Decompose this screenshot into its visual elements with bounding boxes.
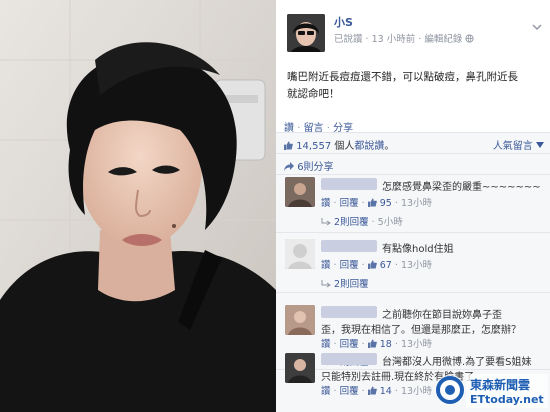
- view-replies-link[interactable]: 2則回覆: [334, 217, 369, 228]
- divider: [276, 232, 550, 233]
- commenter-avatar[interactable]: [285, 239, 315, 269]
- reply-time: 5小時: [377, 217, 403, 228]
- like-thumb-icon: [367, 260, 377, 271]
- comment-like-count[interactable]: 95: [380, 198, 392, 209]
- commenter-name-redacted[interactable]: [321, 178, 377, 190]
- commenter-avatar[interactable]: [285, 353, 315, 383]
- comment-sort-label: 人氣留言: [492, 141, 533, 152]
- comment-reply-link[interactable]: 回覆: [340, 386, 359, 397]
- comment-text-line1: 之前聽你在節目說妳鼻子歪: [382, 310, 502, 321]
- commenter-avatar[interactable]: [285, 177, 315, 207]
- share-icon: [284, 162, 297, 173]
- view-replies-link[interactable]: 2則回覆: [334, 279, 369, 290]
- post-meta: 已說讚 · 13 小時前 · 編輯紀錄: [334, 31, 474, 45]
- comment-text: 怎麼感覺鼻梁歪的嚴重~~~~~~~: [382, 182, 541, 193]
- comment-actions: 讚 · 回覆 · 18 · 13小時: [321, 339, 433, 350]
- comment-like-link[interactable]: 讚: [321, 198, 331, 209]
- post-body-line2: 就認命吧！: [287, 88, 340, 100]
- comment-actions: 讚 · 回覆 · 95 · 13小時: [321, 198, 433, 209]
- comment-time[interactable]: 13小時: [401, 386, 432, 397]
- reply-arrow-icon: [321, 217, 331, 228]
- commenter-name-redacted[interactable]: [321, 306, 377, 318]
- comment-time[interactable]: 13小時: [401, 339, 432, 350]
- reply-arrow-icon: [321, 279, 331, 290]
- ettoday-watermark: 東森新聞雲 ETtoday.net: [432, 366, 550, 412]
- comment-time[interactable]: 13小時: [401, 198, 432, 209]
- facebook-post-panel: 小S 已說讚 · 13 小時前 · 編輯紀錄 嘴巴附近長痘痘還不錯，可以點破痘，…: [276, 0, 550, 412]
- comment-like-link[interactable]: 讚: [321, 260, 331, 271]
- shares-count: 6則分享: [297, 162, 334, 173]
- comment-reply-link[interactable]: 回覆: [340, 198, 359, 209]
- comment-like-count[interactable]: 67: [380, 260, 392, 271]
- commenter-avatar[interactable]: [285, 305, 315, 335]
- likes-people-link[interactable]: 都說讚: [354, 141, 384, 152]
- comment-text: 有點像hold住姐: [382, 244, 454, 255]
- comment-reply-link[interactable]: 回覆: [340, 260, 359, 271]
- shares-link[interactable]: 6則分享: [284, 158, 334, 173]
- like-thumb-icon: [367, 198, 377, 209]
- comment-sort-dropdown[interactable]: 人氣留言: [493, 137, 544, 152]
- like-thumb-icon: [284, 141, 296, 152]
- like-thumb-icon: [367, 339, 377, 350]
- edit-history-link[interactable]: 編輯紀錄: [424, 34, 462, 45]
- comment-actions: 讚 · 回覆 · 67 · 13小時: [321, 260, 433, 271]
- post-photo[interactable]: [0, 0, 276, 412]
- post-body-line1: 嘴巴附近長痘痘還不錯，可以點破痘，鼻孔附近長: [287, 71, 518, 83]
- comment-like-count[interactable]: 18: [380, 339, 392, 350]
- comment-like-link[interactable]: 讚: [321, 339, 331, 350]
- comment-time[interactable]: 13小時: [401, 260, 432, 271]
- comment-like-count[interactable]: 14: [380, 386, 392, 397]
- globe-icon: [465, 34, 474, 45]
- comment-actions: 讚 · 回覆 · 14 · 13小時: [321, 386, 433, 397]
- comment-reply-link[interactable]: 回覆: [340, 339, 359, 350]
- comment-replies-row: 2則回覆 · 5小時: [321, 214, 403, 228]
- likes-count[interactable]: 14,557: [296, 141, 331, 152]
- divider: [276, 292, 550, 293]
- chevron-down-icon: [536, 142, 544, 148]
- watermark-en: ETtoday.net: [470, 393, 544, 406]
- post-liked-status: 已說讚: [334, 34, 363, 45]
- comment-like-link[interactable]: 讚: [321, 386, 331, 397]
- post-time[interactable]: 13 小時前: [372, 34, 416, 45]
- author-avatar[interactable]: [287, 14, 325, 52]
- watermark-cn: 東森新聞雲: [470, 378, 531, 392]
- post-options-icon[interactable]: [532, 16, 542, 35]
- commenter-name-redacted[interactable]: [321, 240, 377, 252]
- commenter-name-redacted[interactable]: [321, 353, 377, 365]
- comment-replies-row: 2則回覆: [321, 276, 369, 290]
- likes-summary: 14,557 個人都說讚。: [284, 137, 394, 152]
- like-thumb-icon: [367, 386, 377, 397]
- selfie-image: [0, 0, 276, 412]
- author-name[interactable]: 小S: [334, 14, 353, 30]
- comment-text-line2: 歪，我現在相信了。但還是那麼正，怎麼辦？: [321, 325, 521, 336]
